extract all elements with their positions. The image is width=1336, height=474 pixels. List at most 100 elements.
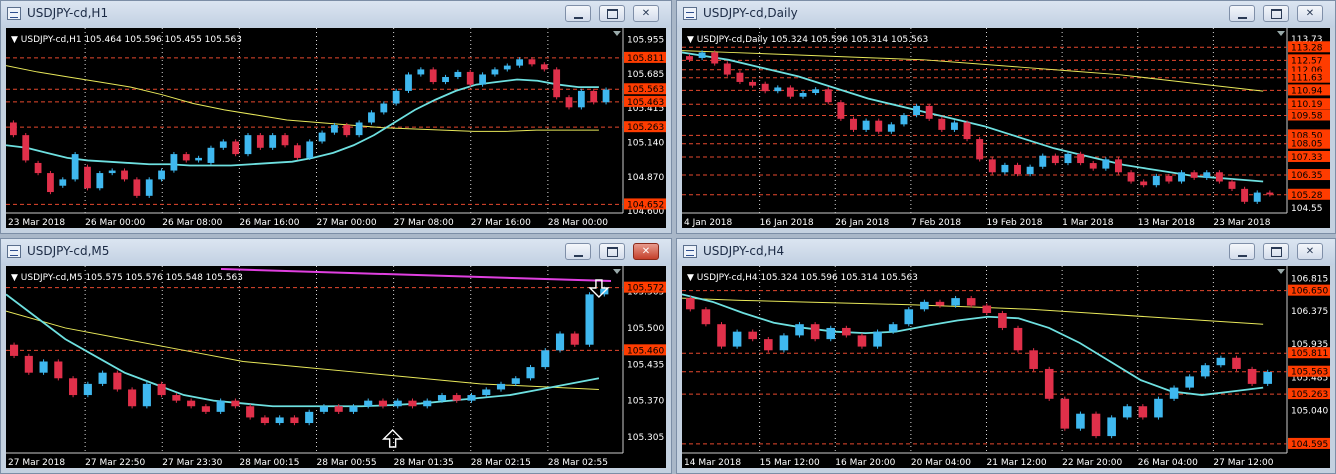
candle-body (201, 406, 210, 412)
candle-body (290, 417, 299, 424)
chart-area[interactable]: 14 Mar 2018 15 Mar 12:00 16 Mar 20:00 20 Ma… (682, 266, 1330, 468)
candle-body (491, 69, 499, 75)
title-bar[interactable]: USDJPY-cd,M5 ✕ (1, 239, 671, 265)
price-axis-label: 105.500 (627, 324, 664, 334)
candle-body (1185, 376, 1194, 388)
time-axis-label: 16 Jan 2018 (760, 218, 814, 228)
candle-body (482, 389, 491, 396)
candle-body (306, 141, 314, 158)
ma-slow-line (6, 65, 599, 132)
close-button[interactable]: ✕ (1297, 5, 1323, 22)
candle-body (748, 331, 758, 340)
candle-body (378, 400, 388, 407)
time-axis-label: 27 Mar 23:30 (162, 458, 222, 468)
title-bar[interactable]: USDJPY-cd,Daily ✕ (677, 1, 1335, 27)
candle-body (842, 327, 851, 336)
candle-body (1013, 327, 1023, 351)
candle-body (873, 331, 882, 347)
candle-body (585, 294, 594, 345)
chart-window-h4[interactable]: USDJPY-cd,H4 ✕ 14 Mar 2018 15 Mar 12:00 16 M… (676, 238, 1336, 474)
minimize-icon (1230, 244, 1254, 259)
candle-body (786, 87, 794, 97)
time-axis-label: 26 Mar 00:00 (85, 218, 145, 228)
candle-body (246, 406, 255, 418)
chart-area[interactable]: 27 Mar 2018 27 Mar 22:50 27 Mar 23:30 28 Ma… (6, 266, 666, 468)
candle-body (1091, 413, 1101, 437)
chart-window-m5[interactable]: USDJPY-cd,M5 ✕ 27 Mar 2018 27 Mar 22:50 27 M… (0, 238, 672, 474)
time-axis-label: 23 Mar 2018 (8, 218, 65, 228)
candle-body (442, 76, 449, 83)
candle-body (145, 179, 153, 196)
candle-body (540, 64, 548, 70)
candle-body (982, 305, 992, 314)
candle-body (799, 93, 807, 97)
chart-window-h1[interactable]: USDJPY-cd,H1 ✕ 23 Mar 2018 26 Mar 00:00 26 M… (0, 0, 672, 234)
window-icon (683, 245, 697, 258)
candle-body (711, 52, 719, 64)
minimize-button[interactable] (1229, 243, 1255, 260)
close-button[interactable]: ✕ (1297, 243, 1323, 260)
candle-body (812, 89, 820, 93)
chart-area[interactable]: 4 Jan 2018 16 Jan 2018 26 Jan 2018 7 Feb 20… (682, 28, 1330, 228)
close-button[interactable]: ✕ (633, 243, 659, 260)
close-button[interactable]: ✕ (633, 5, 659, 22)
candle-body (810, 324, 820, 340)
price-tag-label: 110.19 (1291, 100, 1323, 110)
candle-body (966, 298, 976, 306)
candle-body (1203, 172, 1211, 178)
time-axis-label: 28 Mar 02:15 (471, 458, 531, 468)
candle-body (454, 71, 462, 77)
chart-window-daily[interactable]: USDJPY-cd,Daily ✕ 4 Jan 2018 16 Jan 2018 26 … (676, 0, 1336, 234)
time-axis-label: 7 Feb 2018 (911, 218, 962, 228)
candle-body (496, 383, 506, 390)
candle-body (565, 97, 573, 108)
price-tag-label: 106.35 (1291, 171, 1323, 181)
price-axis-label: 105.040 (1291, 407, 1328, 417)
candle-body (108, 170, 116, 174)
candle-body (862, 120, 870, 130)
candle-body (795, 324, 804, 336)
minimize-button[interactable] (1229, 5, 1255, 22)
price-tag-label: 104.595 (1291, 440, 1328, 450)
candle-body (182, 154, 190, 161)
maximize-button[interactable] (1263, 243, 1289, 260)
candle-body (408, 400, 417, 407)
candle-body (1266, 192, 1274, 195)
price-axis-label: 105.955 (627, 36, 664, 46)
candle-body (963, 122, 971, 140)
candle-body (701, 309, 711, 325)
maximize-button[interactable] (1263, 5, 1289, 22)
chart-info-label: ▼ USDJPY-cd,H4 105.324 105.596 105.314 1… (687, 273, 918, 283)
time-axis-label: 16 Mar 20:00 (835, 458, 895, 468)
candle-body (1060, 398, 1070, 429)
candle-body (717, 324, 726, 347)
candle-body (1200, 365, 1210, 377)
candle-body (54, 361, 63, 379)
candle-body (142, 383, 151, 407)
candle-body (1232, 357, 1241, 369)
candle-body (1026, 166, 1034, 175)
price-axis-label: 106.375 (1291, 307, 1328, 317)
ma-fast-line (6, 78, 599, 167)
candle-body (34, 162, 42, 174)
price-tag-label: 106.650 (1291, 287, 1328, 297)
maximize-button[interactable] (599, 243, 625, 260)
candle-body (875, 120, 883, 132)
candle-body (1076, 413, 1085, 429)
maximize-button[interactable] (599, 5, 625, 22)
minimize-button[interactable] (565, 243, 591, 260)
candle-body (764, 339, 773, 351)
price-tag-label: 105.460 (627, 346, 664, 356)
minimize-icon (1230, 6, 1254, 21)
time-axis-label: 26 Mar 08:00 (162, 218, 222, 228)
time-axis-label: 4 Jan 2018 (684, 218, 732, 228)
candle-body (47, 173, 54, 193)
candle-body (437, 395, 447, 401)
title-bar[interactable]: USDJPY-cd,H4 ✕ (677, 239, 1335, 265)
title-bar[interactable]: USDJPY-cd,H1 ✕ (1, 1, 671, 27)
minimize-button[interactable] (565, 5, 591, 22)
candle-body (1228, 181, 1236, 189)
price-axis-label: 105.140 (627, 139, 664, 149)
candle-body (10, 122, 17, 136)
chart-area[interactable]: 23 Mar 2018 26 Mar 00:00 26 Mar 08:00 26 Ma… (6, 28, 666, 228)
